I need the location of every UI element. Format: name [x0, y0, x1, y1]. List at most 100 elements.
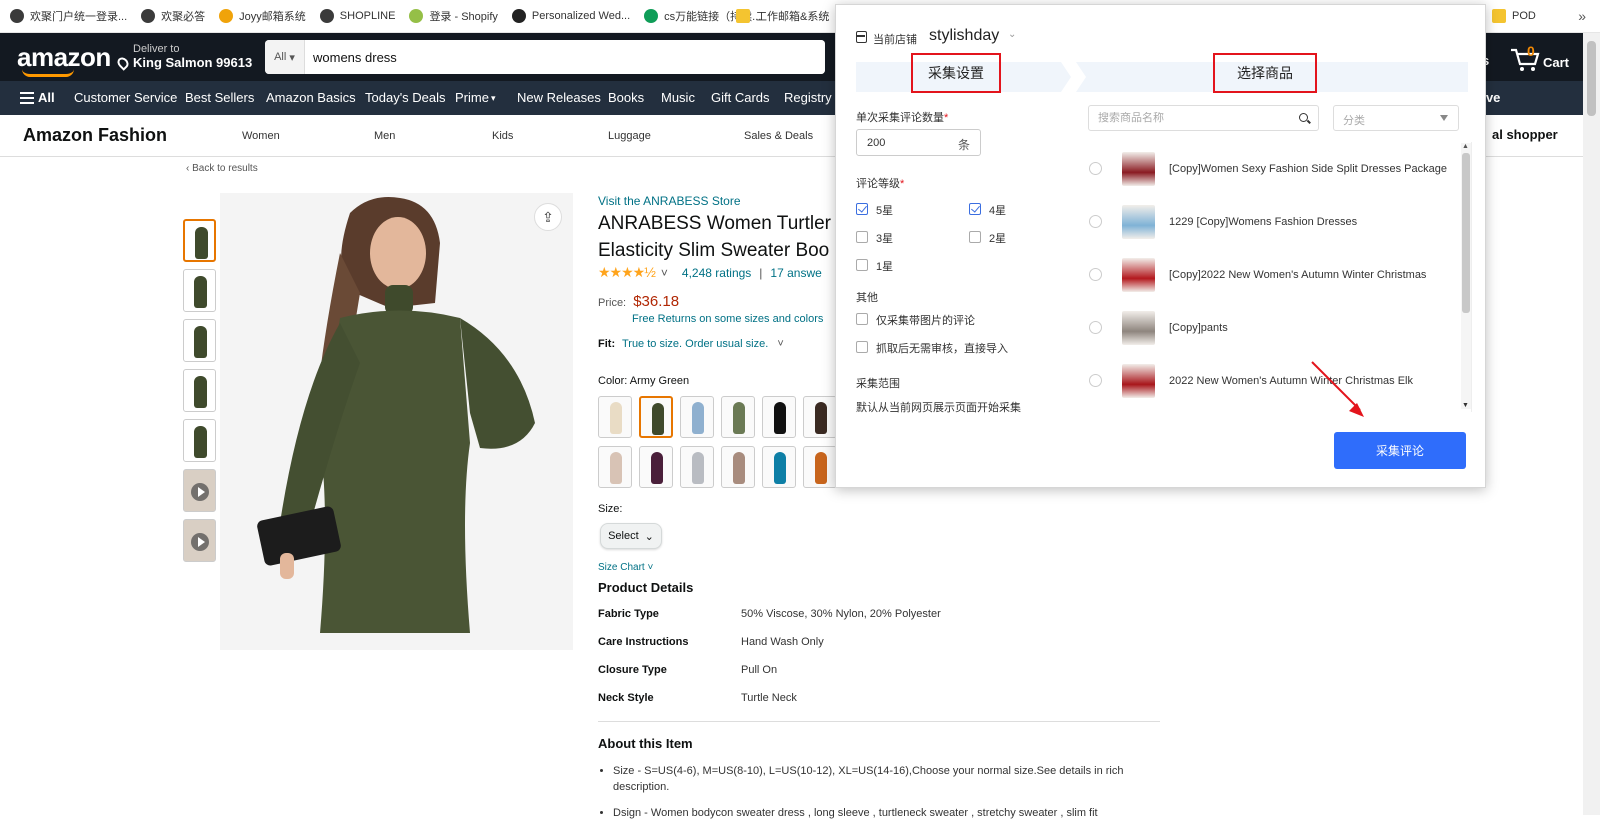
product-thumbnail[interactable] — [183, 219, 216, 262]
bookmark-item[interactable]: Joyy邮箱系统 — [219, 8, 306, 24]
search-icon[interactable] — [1299, 113, 1308, 122]
fashion-nav-item[interactable]: Men — [374, 130, 395, 142]
cart-button[interactable]: 0 Cart — [1510, 43, 1580, 73]
store-name-select[interactable]: stylishday — [929, 27, 999, 45]
color-swatch[interactable] — [803, 446, 837, 488]
bookmark-item[interactable]: 工作邮箱&系统 — [736, 8, 829, 24]
color-swatch[interactable] — [680, 446, 714, 488]
subnav-item[interactable]: Gift Cards — [711, 90, 770, 105]
product-list-scroll-thumb[interactable] — [1462, 153, 1470, 313]
search-input[interactable] — [305, 40, 825, 74]
product-radio[interactable] — [1089, 268, 1102, 281]
color-swatch[interactable] — [598, 396, 632, 438]
subnav-item[interactable]: Books — [608, 90, 644, 105]
bookmarks-overflow-icon[interactable]: » — [1578, 8, 1586, 24]
color-swatch[interactable] — [639, 446, 673, 488]
size-chart-link[interactable]: Size Chart ˅ — [598, 562, 653, 573]
size-select[interactable]: Select ⌄ — [600, 523, 662, 549]
product-list-item[interactable]: [Copy]pants — [1077, 303, 1457, 355]
subnav-item[interactable]: Music — [661, 90, 695, 105]
subnav-item[interactable]: Best Sellers — [185, 90, 254, 105]
rating-checkbox[interactable] — [856, 231, 868, 243]
subnav-item[interactable]: Amazon Basics — [266, 90, 356, 105]
fashion-nav-item[interactable]: Sales & Deals — [744, 130, 813, 142]
rating-checkbox[interactable] — [856, 259, 868, 271]
collect-reviews-button[interactable]: 采集评论 — [1334, 432, 1466, 469]
fashion-nav-item[interactable]: Luggage — [608, 130, 651, 142]
fashion-title[interactable]: Amazon Fashion — [23, 125, 167, 146]
color-swatch[interactable] — [639, 396, 673, 438]
bookmark-item[interactable]: Personalized Wed... — [511, 9, 630, 23]
free-returns-link[interactable]: Free Returns on some sizes and colors — [632, 313, 823, 325]
step-select-products[interactable]: 选择商品 — [1213, 53, 1317, 93]
answers-link[interactable]: 17 answe — [770, 266, 821, 280]
category-select[interactable]: 分类 — [1333, 105, 1459, 131]
bookmark-item[interactable]: 欢聚必答 — [141, 8, 205, 24]
page-scrollbar-thumb[interactable] — [1587, 41, 1596, 116]
product-list-item[interactable]: [Copy]2022 New Women's Autumn Winter Chr… — [1077, 250, 1457, 302]
product-thumbnail[interactable] — [183, 369, 216, 412]
bookmark-item[interactable]: 欢聚门户统一登录... — [10, 8, 127, 24]
product-radio[interactable] — [1089, 321, 1102, 334]
color-swatch[interactable] — [762, 446, 796, 488]
color-swatch[interactable] — [762, 396, 796, 438]
color-row: Color: Army Green — [598, 375, 689, 387]
color-swatch[interactable] — [680, 396, 714, 438]
search-category-select[interactable]: All ▾ — [265, 40, 305, 74]
bookmark-item[interactable]: POD — [1492, 9, 1536, 23]
rating-checkbox[interactable] — [969, 203, 981, 215]
fashion-nav-item[interactable]: Kids — [492, 130, 513, 142]
product-thumbnail[interactable] — [183, 419, 216, 462]
product-main-image[interactable] — [220, 193, 573, 650]
rating-checkbox[interactable] — [969, 231, 981, 243]
rating-checkbox[interactable] — [856, 203, 868, 215]
star-rating-icon[interactable]: ★★★★½ — [598, 264, 656, 281]
subnav-item[interactable]: Prime — [455, 90, 489, 105]
product-thumbnail[interactable] — [183, 319, 216, 362]
chevron-down-icon[interactable]: ⌄ — [1008, 29, 1016, 40]
fit-value-link[interactable]: True to size. Order usual size. — [622, 338, 768, 350]
other-option-checkbox[interactable] — [856, 341, 868, 353]
store-link[interactable]: Visit the ANRABESS Store — [598, 194, 741, 208]
product-list-scrollbar[interactable]: ▲ ▼ — [1461, 143, 1471, 409]
scroll-down-icon[interactable]: ▼ — [1462, 402, 1469, 409]
step-collect-settings[interactable]: 采集设置 — [911, 53, 1001, 93]
other-option-checkbox[interactable] — [856, 313, 868, 325]
video-thumbnail[interactable] — [183, 469, 216, 512]
product-list-item[interactable]: 1229 [Copy]Womens Fashion Dresses — [1077, 197, 1457, 249]
product-search-field[interactable] — [1088, 105, 1319, 131]
subnav-item[interactable]: Today's Deals — [365, 90, 446, 105]
count-input[interactable]: 200 条 — [856, 129, 981, 156]
page-scrollbar[interactable] — [1583, 33, 1600, 815]
color-swatch[interactable] — [598, 446, 632, 488]
product-thumbnail[interactable] — [183, 269, 216, 312]
product-list-item[interactable]: 2022 New Women's Autumn Winter Christmas… — [1077, 356, 1457, 408]
product-search-input[interactable] — [1098, 112, 1278, 124]
rating-chevron-icon[interactable]: ˅ — [661, 266, 668, 280]
scroll-up-icon[interactable]: ▲ — [1462, 143, 1469, 150]
back-to-results-link[interactable]: ‹ Back to results — [186, 163, 258, 174]
color-swatch[interactable] — [721, 446, 755, 488]
product-radio[interactable] — [1089, 215, 1102, 228]
deliver-to[interactable]: Deliver to King Salmon 99613 — [115, 43, 252, 71]
fit-chevron-icon[interactable]: ˅ — [777, 338, 783, 350]
color-swatch[interactable] — [803, 396, 837, 438]
subnav-all[interactable]: All — [38, 90, 55, 105]
product-radio[interactable] — [1089, 162, 1102, 175]
filter-icon[interactable] — [1440, 115, 1448, 121]
video-thumbnail[interactable] — [183, 519, 216, 562]
share-icon[interactable]: ⇪ — [534, 203, 562, 231]
color-swatch[interactable] — [721, 396, 755, 438]
bookmark-item[interactable]: 登录 - Shopify — [409, 8, 498, 24]
ratings-count-link[interactable]: 4,248 ratings — [682, 266, 751, 280]
subnav-item[interactable]: Registry — [784, 90, 832, 105]
fashion-nav-item[interactable]: Women — [242, 130, 280, 142]
subnav-item[interactable]: New Releases — [517, 90, 601, 105]
hamburger-menu-icon[interactable] — [20, 92, 34, 104]
personal-shopper-link[interactable]: al shopper — [1492, 127, 1558, 142]
subnav-item[interactable]: Customer Service — [74, 90, 177, 105]
product-radio[interactable] — [1089, 374, 1102, 387]
bookmark-item[interactable]: SHOPLINE — [319, 9, 395, 23]
product-list-item[interactable]: [Copy]Women Sexy Fashion Side Split Dres… — [1077, 144, 1457, 196]
product-details-heading: Product Details — [598, 580, 694, 595]
